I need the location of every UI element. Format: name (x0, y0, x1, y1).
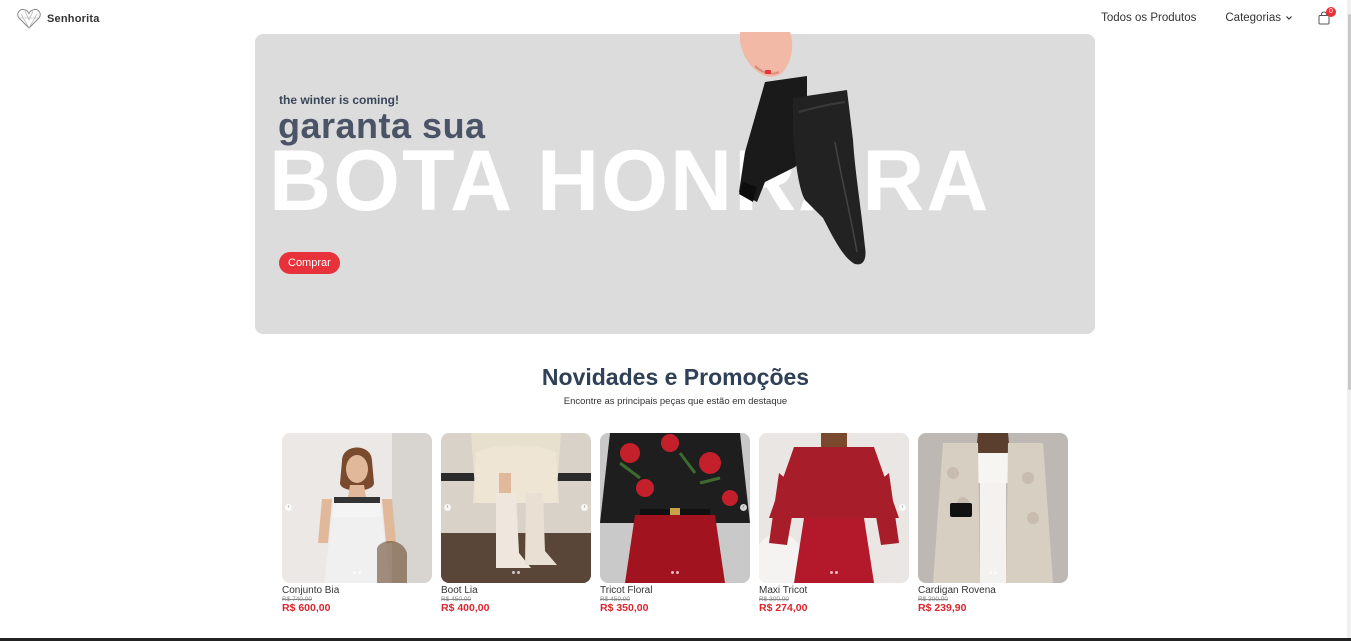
hero-boot-image (739, 32, 866, 265)
chevron-down-icon (1286, 16, 1292, 20)
product-name[interactable]: Tricot Floral (600, 585, 750, 596)
product-image[interactable]: › (759, 433, 909, 583)
carousel-dots (918, 561, 1068, 579)
product-price: R$ 350,00 (600, 602, 649, 614)
carousel-next-icon[interactable]: › (899, 504, 906, 511)
product-card[interactable]: ‹ Conjunto Bia R$ 740,00 R$ 600,00 (282, 433, 432, 614)
brand-logo[interactable]: Senhorita (17, 8, 100, 30)
product-price: R$ 239,90 (918, 602, 967, 614)
product-card[interactable]: Cardigan Rovena R$ 300,00 R$ 239,90 (918, 433, 1068, 614)
product-list: ‹ Conjunto Bia R$ 740,00 R$ 600,00 ‹ › B… (282, 433, 1068, 614)
product-card[interactable]: › Maxi Tricot R$ 300,00 R$ 274,00 (759, 433, 909, 614)
carousel-dots (600, 561, 750, 579)
product-card[interactable]: ‹ › Boot Lia R$ 450,00 R$ 400,00 (441, 433, 591, 614)
main-nav: Todos os Produtos Categorias 0 (1072, 7, 1336, 25)
section-subtitle: Encontre as principais peças que estão e… (563, 396, 788, 407)
product-image[interactable] (918, 433, 1068, 583)
top-header: Senhorita Todos os Produtos Categorias 0 (0, 0, 1351, 38)
product-name[interactable]: Conjunto Bia (282, 585, 432, 596)
product-card[interactable]: › Tricot Floral R$ 450,00 R$ 350,00 (600, 433, 750, 614)
section-title: Novidades e Promoções (541, 364, 810, 390)
carousel-dots (441, 561, 591, 579)
cart-button[interactable]: 0 (1317, 7, 1336, 25)
hero-big-text: BOTA HONRARA (269, 133, 991, 229)
buy-button[interactable]: Comprar (279, 252, 340, 274)
carousel-next-icon[interactable]: › (581, 504, 588, 511)
product-name[interactable]: Cardigan Rovena (918, 585, 1068, 596)
product-image[interactable]: › (600, 433, 750, 583)
carousel-next-icon[interactable]: › (740, 504, 747, 511)
heart-logo-icon (17, 8, 41, 29)
product-name[interactable]: Maxi Tricot (759, 585, 909, 596)
carousel-prev-icon[interactable]: ‹ (444, 504, 451, 511)
product-price: R$ 400,00 (441, 602, 490, 614)
product-name[interactable]: Boot Lia (441, 585, 591, 596)
product-price: R$ 600,00 (282, 602, 331, 614)
nav-categories-dropdown[interactable]: Categorias (1225, 12, 1293, 24)
hero-banner: the winter is coming! garanta sua BOTA H… (255, 32, 1095, 334)
cart-count-badge: 0 (1326, 7, 1336, 17)
nav-all-products[interactable]: Todos os Produtos (1101, 12, 1196, 24)
page-scrollbar[interactable] (1347, 0, 1351, 641)
carousel-prev-icon[interactable]: ‹ (285, 504, 292, 511)
carousel-dots (282, 561, 432, 579)
nav-categories-label: Categorias (1225, 12, 1281, 24)
brand-name: Senhorita (47, 13, 100, 25)
carousel-dots (759, 561, 909, 579)
product-image[interactable]: ‹ (282, 433, 432, 583)
product-price: R$ 274,00 (759, 602, 808, 614)
product-image[interactable]: ‹ › (441, 433, 591, 583)
